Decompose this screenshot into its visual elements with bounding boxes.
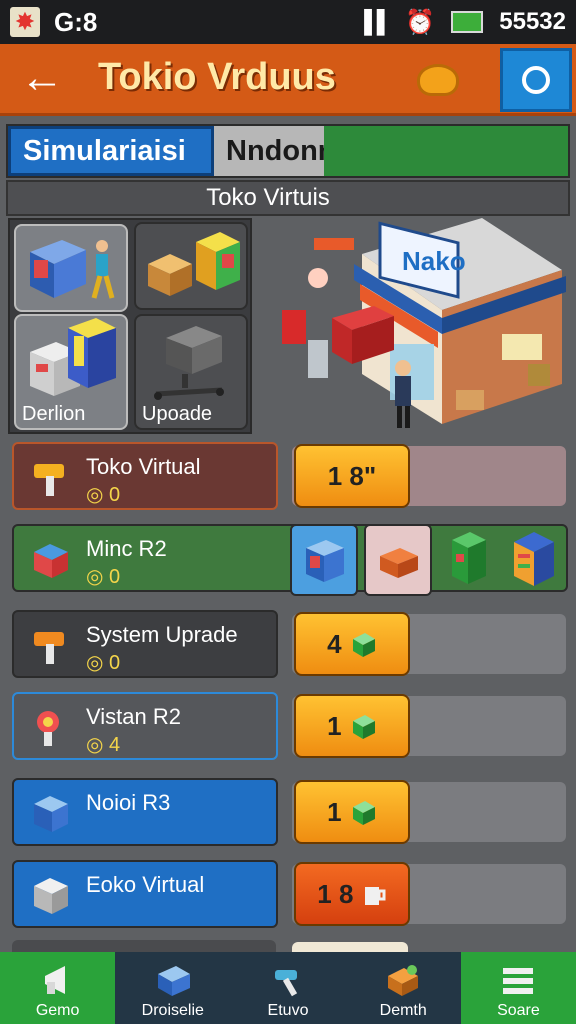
list-item: System Uprade ◎ 0 4 xyxy=(8,610,568,682)
signal-icon: ▌▌ xyxy=(364,9,392,34)
list-item: Noioi R3 1 xyxy=(8,778,568,850)
item-price: ◎ 0 xyxy=(86,566,121,588)
status-time: G:8 xyxy=(54,6,98,37)
list-item: Minc R2 ◎ 0 xyxy=(8,524,568,596)
status-number: 55532 xyxy=(499,8,566,35)
item-name: System Uprade xyxy=(86,622,238,647)
item-card[interactable]: Eoko Virtual xyxy=(12,860,278,928)
category-tile-derlion[interactable]: Derlion xyxy=(14,314,128,430)
tab-national[interactable]: Nndonnsial xyxy=(214,126,384,176)
item-name: Eoko Virtual xyxy=(86,872,205,897)
store-illustration: Nako xyxy=(262,214,576,440)
buy-button[interactable]: 1 xyxy=(294,780,410,844)
machines-icon xyxy=(30,318,116,396)
chat-button[interactable] xyxy=(500,48,572,112)
coin-stack-icon[interactable] xyxy=(412,58,464,102)
item-card[interactable]: Vistan R2 ◎ 4 xyxy=(12,692,278,760)
list-item: Toko Virtual ◎ 0 1 8" xyxy=(8,442,568,514)
nav-depth[interactable]: Demth xyxy=(346,952,461,1024)
upgrade-option-3[interactable] xyxy=(438,524,506,596)
item-price: ◎ 4 xyxy=(86,734,121,756)
monitor-icon xyxy=(157,966,190,996)
hammer-icon xyxy=(34,464,64,496)
cash-icon xyxy=(352,801,375,825)
category-label: Upoade xyxy=(142,403,213,425)
crate-icon xyxy=(388,965,419,996)
office-chair-icon xyxy=(154,326,224,400)
hammer-icon xyxy=(34,632,64,664)
item-card[interactable]: Toko Virtual ◎ 0 xyxy=(12,442,278,510)
item-card[interactable]: Noioi R3 xyxy=(12,778,278,846)
buy-button[interactable]: 1 8 xyxy=(294,862,410,926)
cash-icon xyxy=(352,715,375,739)
top-bar: ← Tokio Vrduus xyxy=(0,44,576,116)
status-bar: ✸ G:8 ▌▌ ⏰ 55532 xyxy=(0,0,576,44)
page-title: Tokio Vrduus xyxy=(98,56,336,98)
nav-game[interactable]: Gemo xyxy=(0,952,116,1024)
app-logo-icon: ✸ xyxy=(10,7,40,37)
upgrade-option-4[interactable] xyxy=(504,524,572,596)
category-tile-boxes[interactable] xyxy=(134,222,248,310)
tab-simulation[interactable]: Simulariaisi xyxy=(8,126,214,176)
boxes-icon xyxy=(148,232,240,296)
server-cube-icon xyxy=(34,796,68,832)
nav-share[interactable]: Soare xyxy=(460,952,576,1024)
list-item-partial-button xyxy=(292,942,408,952)
buy-button[interactable]: 1 8" xyxy=(294,444,410,508)
category-grid: Derlion Upoade xyxy=(8,218,252,434)
upgrade-option-2[interactable] xyxy=(364,524,432,596)
item-name: Toko Virtual xyxy=(86,454,201,479)
section-header: Toko Virtuis xyxy=(6,180,570,216)
item-price: ◎ 0 xyxy=(86,652,121,674)
item-name: Minc R2 xyxy=(86,536,167,561)
tab-extra[interactable] xyxy=(324,126,568,176)
alarm-icon: ⏰ xyxy=(405,8,436,36)
nav-display[interactable]: Droiselie xyxy=(115,952,230,1024)
back-arrow-icon[interactable]: ← xyxy=(12,50,72,106)
item-price: ◎ 0 xyxy=(86,484,121,506)
fridge-icon xyxy=(452,532,486,584)
list-item: Vistan R2 ◎ 4 1 xyxy=(8,692,568,764)
cash-icon xyxy=(352,633,375,657)
shelf-icon xyxy=(514,532,554,586)
crate-cube-icon xyxy=(34,878,68,914)
battery-icon xyxy=(451,11,484,33)
category-label: Derlion xyxy=(22,403,86,425)
item-name: Vistan R2 xyxy=(86,704,181,729)
server-rack-icon xyxy=(30,240,115,299)
category-tile-server[interactable] xyxy=(14,224,128,312)
cup-icon xyxy=(364,887,386,905)
store-cube-icon xyxy=(34,544,68,578)
store-sign: Nako xyxy=(402,246,466,276)
list-item: Eoko Virtual 1 8 xyxy=(8,860,568,932)
item-name: Noioi R3 xyxy=(86,790,171,815)
megaphone-icon xyxy=(44,966,65,994)
upgrade-option-1[interactable] xyxy=(290,524,358,596)
box-icon xyxy=(380,548,418,578)
tools-icon xyxy=(275,970,298,997)
nav-tools[interactable]: Etuvo xyxy=(230,952,345,1024)
item-card[interactable]: System Uprade ◎ 0 xyxy=(12,610,278,678)
category-tile-upgrade[interactable]: Upoade xyxy=(134,314,248,430)
buy-button[interactable]: 4 xyxy=(294,612,410,676)
list-item-partial xyxy=(12,940,276,952)
bottom-nav: Gemo Droiselie Etuvo Demth Soare xyxy=(0,952,576,1024)
buy-button[interactable]: 1 xyxy=(294,694,410,758)
lamp-icon xyxy=(37,711,59,746)
chat-icon xyxy=(522,66,550,94)
tab-bar: Simulariaisi Nndonnsial xyxy=(6,124,570,178)
server-icon xyxy=(306,540,344,582)
menu-icon xyxy=(503,968,534,994)
